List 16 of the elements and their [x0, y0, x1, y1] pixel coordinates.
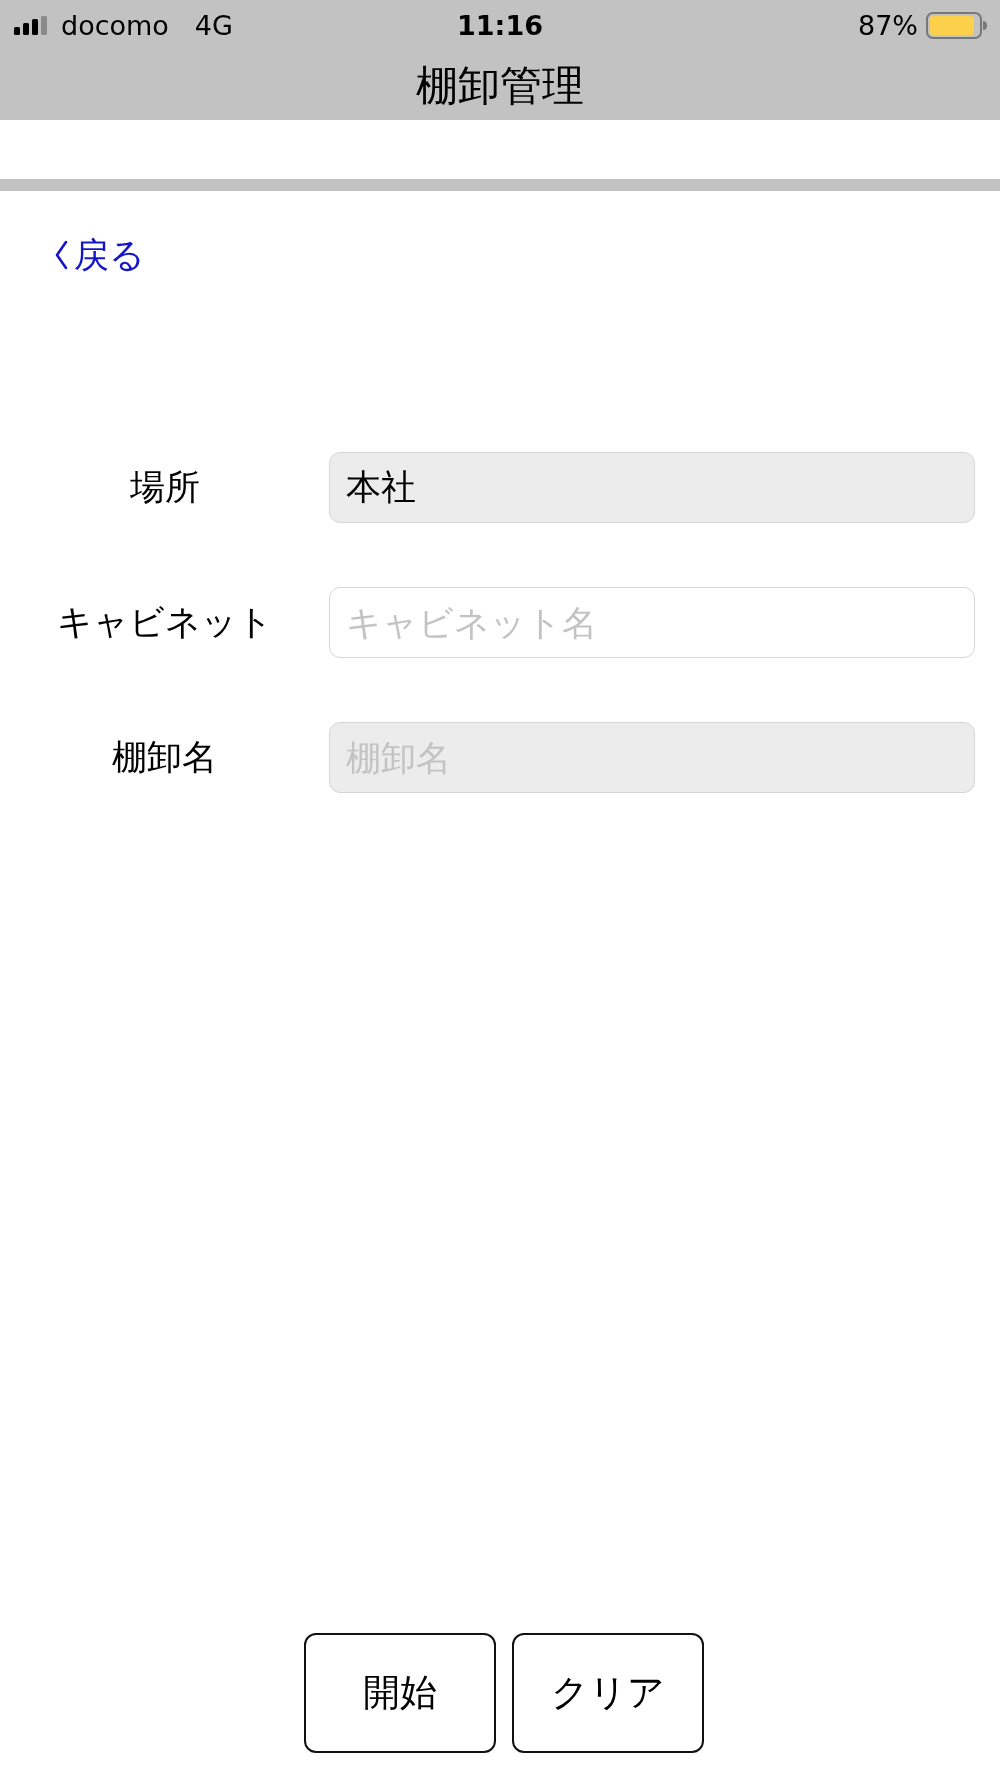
input-field[interactable]: キャビネット名: [329, 587, 975, 658]
clock-time: 11:16: [457, 9, 543, 41]
field-label: 棚卸名: [111, 736, 218, 779]
battery-percent: 87%: [858, 9, 918, 41]
action-button[interactable]: 開始: [304, 1633, 496, 1753]
input-field[interactable]: 本社: [329, 452, 975, 523]
network-type: 4G: [194, 9, 233, 41]
back-link[interactable]: 戻る: [54, 233, 145, 277]
action-button[interactable]: クリア: [512, 1633, 704, 1753]
field-label: 場所: [128, 466, 201, 509]
carrier-name: docomo: [61, 9, 169, 41]
signal-icon: [14, 15, 47, 35]
chevron-left-icon: [54, 240, 68, 270]
field-label: キャビネット: [55, 601, 274, 644]
battery-icon: [926, 11, 987, 39]
screen-title: 棚卸管理: [416, 60, 584, 112]
